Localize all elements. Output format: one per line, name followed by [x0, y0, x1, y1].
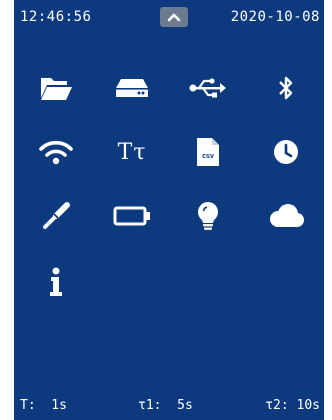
tau1-value: τ1: 5s: [138, 398, 193, 413]
t-value: T: 1s: [20, 398, 67, 413]
battery-icon[interactable]: [110, 194, 154, 238]
chevron-up-icon: [167, 13, 181, 22]
probe-icon[interactable]: [34, 194, 78, 238]
status-bar: 12:46:56 2020-10-08: [14, 0, 324, 34]
csv-file-label: csv: [202, 153, 214, 160]
clock-time: 12:46:56: [20, 9, 92, 25]
current-date: 2020-10-08: [230, 9, 320, 25]
drive-icon[interactable]: [110, 66, 154, 110]
tau2-value: τ2: 10s: [265, 398, 320, 413]
info-icon[interactable]: [34, 260, 78, 304]
cloud-icon[interactable]: [264, 194, 308, 238]
csv-file-icon[interactable]: csv: [186, 130, 230, 174]
usb-icon[interactable]: [186, 66, 230, 110]
device-screen: 12:46:56 2020-10-08 Tτ csv T: 1s τ1: 5s …: [14, 0, 324, 420]
folder-icon[interactable]: [34, 66, 78, 110]
bluetooth-icon[interactable]: [264, 66, 308, 110]
wifi-icon[interactable]: [34, 130, 78, 174]
expand-button[interactable]: [160, 7, 188, 27]
timing-bar: T: 1s τ1: 5s τ2: 10s: [14, 392, 324, 420]
lightbulb-icon[interactable]: [186, 194, 230, 238]
clock-icon[interactable]: [264, 130, 308, 174]
font-icon-label: Tτ: [117, 139, 147, 165]
font-icon[interactable]: Tτ: [110, 130, 154, 174]
